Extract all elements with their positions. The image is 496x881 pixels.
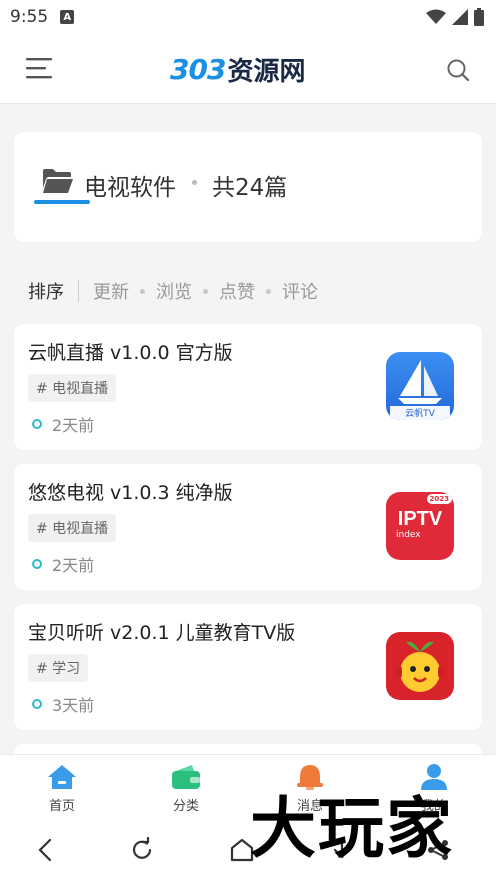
home-icon <box>48 765 76 789</box>
time-dot-icon <box>32 699 42 709</box>
post-time-text: 2天前 <box>52 556 95 575</box>
nav-category[interactable]: 分类 <box>124 755 248 818</box>
sort-option-update[interactable]: 更新 <box>93 278 129 304</box>
post-tag[interactable]: # 电视直播 <box>28 514 117 542</box>
logo-text: 资源网 <box>227 56 306 87</box>
post-card[interactable]: 悠悠电视 v1.0.3 纯净版 # 电视直播 2天前 IPTV index 20… <box>14 464 482 590</box>
nav-home[interactable]: 首页 <box>0 755 124 818</box>
refresh-icon <box>132 836 152 859</box>
nav-label: 分类 <box>172 799 199 814</box>
status-time: 9:55 <box>10 7 49 27</box>
search-button[interactable] <box>446 58 470 82</box>
logo-number: 303 <box>170 52 226 86</box>
divider <box>78 280 79 302</box>
post-time-text: 2天前 <box>52 416 95 435</box>
wifi-icon <box>426 9 446 24</box>
hamburger-menu-icon <box>26 58 52 79</box>
thumb-label: IPTV <box>397 508 443 530</box>
watermark: 大玩家 <box>250 789 454 867</box>
post-time: 2天前 <box>32 412 94 436</box>
post-time: 3天前 <box>32 692 94 716</box>
sort-bar: 排序 更新 浏览 点赞 评论 <box>28 278 318 304</box>
back-button[interactable] <box>32 836 60 864</box>
sort-option-views[interactable]: 浏览 <box>156 278 192 304</box>
separator-dot <box>192 180 197 185</box>
separator-dot <box>203 288 208 294</box>
time-dot-icon <box>32 559 42 569</box>
refresh-button[interactable] <box>128 836 156 864</box>
signal-icon <box>452 9 468 25</box>
thumb-sublabel: index <box>396 530 421 540</box>
post-thumbnail[interactable] <box>386 632 454 700</box>
wallet-icon <box>172 765 200 789</box>
post-card[interactable]: 云帆直播 v1.0.0 官方版 # 电视直播 2天前 云帆TV <box>14 324 482 450</box>
post-title[interactable]: 悠悠电视 v1.0.3 纯净版 <box>28 478 233 505</box>
post-card[interactable]: 宝贝听听 v2.0.1 儿童教育TV版 # 学习 3天前 <box>14 604 482 730</box>
app-header: 303 资源网 <box>0 34 496 104</box>
user-icon <box>421 764 447 790</box>
post-title[interactable]: 宝贝听听 v2.0.1 儿童教育TV版 <box>28 618 295 645</box>
post-title[interactable]: 云帆直播 v1.0.0 官方版 <box>28 338 233 365</box>
post-time: 2天前 <box>32 552 94 576</box>
thumb-badge: 2023 <box>426 494 452 504</box>
category-header-card: 电视软件 共24篇 <box>14 132 482 242</box>
post-thumbnail[interactable]: IPTV index 2023 <box>386 492 454 560</box>
search-icon <box>447 59 470 82</box>
thumb-label: 云帆TV <box>405 409 435 419</box>
menu-button[interactable] <box>26 56 54 80</box>
post-count: 共24篇 <box>212 175 288 201</box>
battery-icon <box>474 8 484 26</box>
separator-dot <box>266 288 271 294</box>
sort-label: 排序 <box>28 282 64 303</box>
back-arrow-icon <box>38 838 52 862</box>
nav-label: 首页 <box>48 799 75 814</box>
post-tag[interactable]: # 学习 <box>28 654 89 682</box>
time-dot-icon <box>32 419 42 429</box>
post-time-text: 3天前 <box>52 696 95 715</box>
post-thumbnail[interactable]: 云帆TV <box>386 352 454 420</box>
sort-option-likes[interactable]: 点赞 <box>219 278 255 304</box>
category-underline <box>34 200 90 204</box>
bell-icon <box>297 765 323 790</box>
folder-open-icon <box>43 169 73 193</box>
separator-dot <box>140 288 145 294</box>
status-icons <box>426 8 484 26</box>
post-tag[interactable]: # 电视直播 <box>28 374 117 402</box>
notification-icon: A <box>60 10 75 24</box>
sort-option-comments[interactable]: 评论 <box>282 278 318 304</box>
cartoon-mascot-icon <box>386 632 454 700</box>
category-title: 电视软件 <box>84 175 176 201</box>
status-bar: 9:55 A <box>0 0 496 34</box>
site-logo[interactable]: 303 资源网 <box>170 52 306 87</box>
